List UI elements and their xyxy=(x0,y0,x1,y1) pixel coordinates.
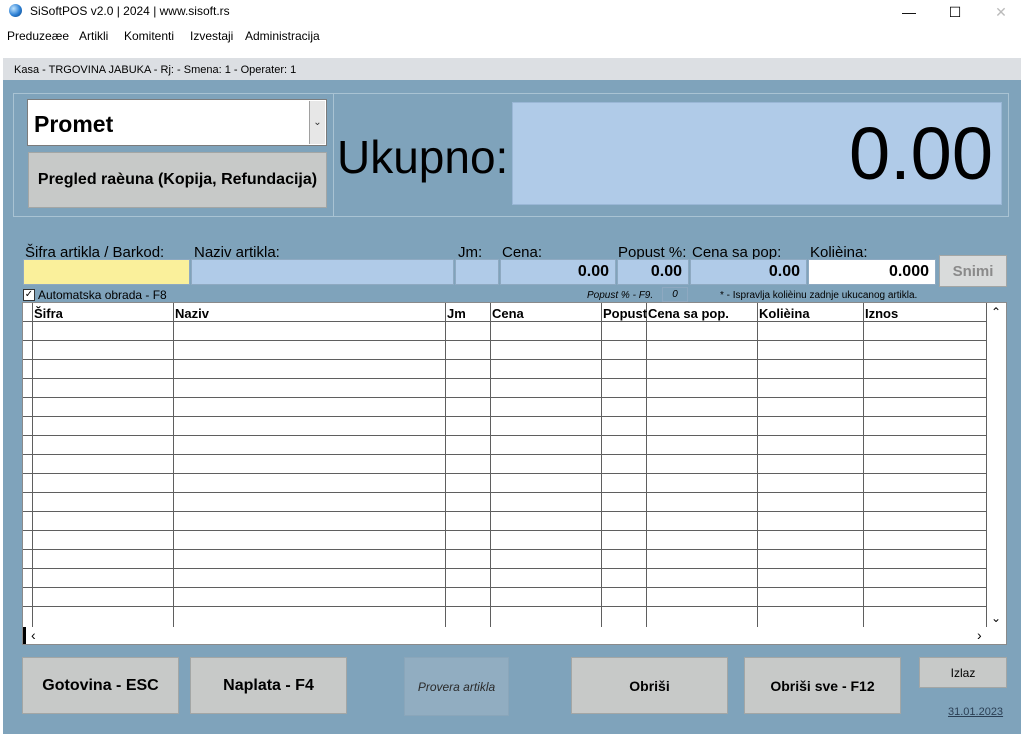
items-table[interactable]: Šifra Naziv Jm Cena Popust Cena sa pop. … xyxy=(22,302,1007,645)
close-button[interactable]: ✕ xyxy=(978,0,1024,24)
menu-partners[interactable]: Komitenti xyxy=(124,29,174,43)
date-link[interactable]: 31.01.2023 xyxy=(948,706,1003,718)
session-status-bar: Kasa - TRGOVINA JABUKA - Rj: - Smena: 1 … xyxy=(3,58,1021,80)
quantity-input[interactable]: 0.000 xyxy=(808,259,936,285)
total-display: 0.00 xyxy=(512,102,1002,205)
discount-hint-label: Popust % - F9. xyxy=(587,290,654,301)
col-header-price-discount[interactable]: Cena sa pop. xyxy=(648,306,729,321)
price-field[interactable]: 0.00 xyxy=(500,259,616,285)
menu-bar: Preduzeæe Artikli Komitenti Izvestaji Ad… xyxy=(0,26,1024,46)
total-label: Ukupno: xyxy=(337,131,509,183)
discount-hint-value[interactable]: 0 xyxy=(662,287,688,302)
window-title: SiSoftPOS v2.0 | 2024 | www.sisoft.rs xyxy=(30,4,230,18)
session-status-text: Kasa - TRGOVINA JABUKA - Rj: - Smena: 1 … xyxy=(14,64,297,76)
mode-select[interactable]: Promet ⌄ xyxy=(27,99,327,146)
col-header-amount[interactable]: Iznos xyxy=(865,306,898,321)
maximize-button[interactable]: ☐ xyxy=(932,0,978,24)
col-header-code[interactable]: Šifra xyxy=(34,306,63,321)
col-header-discount[interactable]: Popust xyxy=(603,306,647,321)
price-discount-field[interactable]: 0.00 xyxy=(690,259,807,285)
menu-reports[interactable]: Izvestaji xyxy=(190,29,233,43)
header-divider xyxy=(333,94,334,216)
scroll-thumb[interactable] xyxy=(23,627,26,644)
save-button[interactable]: Snimi xyxy=(939,255,1007,287)
col-header-price[interactable]: Cena xyxy=(492,306,524,321)
scroll-up-icon[interactable]: ⌃ xyxy=(991,305,1001,319)
menu-articles[interactable]: Artikli xyxy=(79,29,108,43)
receipt-review-button[interactable]: Pregled raèuna (Kopija, Refundacija) xyxy=(28,152,327,208)
table-gridlines xyxy=(23,303,987,627)
cash-button[interactable]: Gotovina - ESC xyxy=(22,657,179,714)
scroll-down-icon[interactable]: ⌄ xyxy=(991,611,1001,625)
discount-field[interactable]: 0.00 xyxy=(617,259,689,285)
code-input[interactable] xyxy=(23,259,190,285)
auto-process-checkbox[interactable]: ✓ xyxy=(23,289,35,301)
col-header-quantity[interactable]: Kolièina xyxy=(759,306,810,321)
scroll-left-icon[interactable]: ‹ xyxy=(31,627,36,643)
pay-button[interactable]: Naplata - F4 xyxy=(190,657,347,714)
menu-company[interactable]: Preduzeæe xyxy=(7,29,69,43)
vertical-scrollbar[interactable]: ⌃ ⌄ xyxy=(987,303,1006,627)
total-value: 0.00 xyxy=(848,112,993,195)
check-article-button[interactable]: Provera artikla xyxy=(404,657,509,716)
minimize-button[interactable]: — xyxy=(886,0,932,24)
menu-administration[interactable]: Administracija xyxy=(245,29,320,43)
app-logo-icon xyxy=(9,4,22,17)
delete-button[interactable]: Obriši xyxy=(571,657,728,714)
auto-process-label: Automatska obrada - F8 xyxy=(38,288,167,302)
title-bar: SiSoftPOS v2.0 | 2024 | www.sisoft.rs — … xyxy=(0,0,1024,24)
col-header-name[interactable]: Naziv xyxy=(175,306,209,321)
scroll-right-icon[interactable]: › xyxy=(977,627,982,643)
exit-button[interactable]: Izlaz xyxy=(919,657,1007,688)
delete-all-button[interactable]: Obriši sve - F12 xyxy=(744,657,901,714)
col-header-unit[interactable]: Jm xyxy=(447,306,466,321)
mode-select-value: Promet xyxy=(34,111,114,137)
chevron-down-icon[interactable]: ⌄ xyxy=(309,101,325,144)
article-name-field[interactable] xyxy=(191,259,454,285)
unit-field[interactable] xyxy=(455,259,499,285)
horizontal-scrollbar[interactable]: ‹ › xyxy=(23,627,1006,644)
quantity-hint: * - Ispravlja kolièinu zadnje ukucanog a… xyxy=(720,290,918,301)
